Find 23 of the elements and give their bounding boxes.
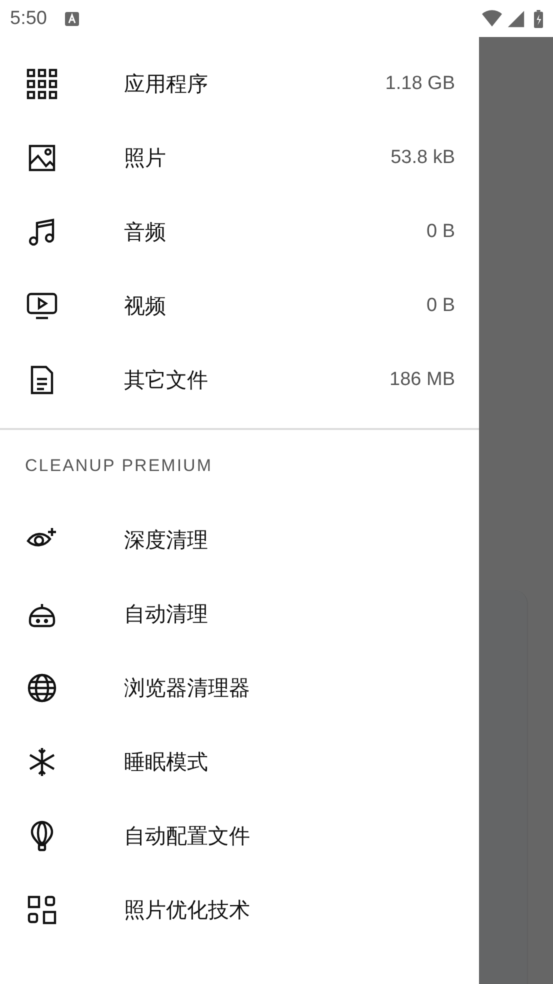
storage-item[interactable]: 应用程序 1.18 GB: [0, 47, 479, 121]
section-header: CLEANUP PREMIUM: [24, 455, 214, 477]
scrim-overlay[interactable]: [479, 37, 553, 984]
storage-item[interactable]: 音频 0 B: [0, 195, 479, 269]
premium-item[interactable]: 浏览器清理器: [0, 651, 479, 725]
storage-item[interactable]: 照片 53.8 kB: [0, 121, 479, 195]
apps-grid-icon: [26, 68, 58, 100]
signal-icon: [506, 10, 526, 28]
status-time: 5:50: [10, 8, 47, 30]
image-icon: [26, 142, 58, 174]
premium-item[interactable]: 照片优化技术: [0, 873, 479, 947]
storage-item[interactable]: 其它文件 186 MB: [0, 343, 479, 417]
premium-item[interactable]: 深度清理: [0, 503, 479, 577]
wifi-icon: [482, 10, 502, 28]
keyboard-notification-icon: [64, 12, 79, 26]
premium-item[interactable]: 睡眠模式: [0, 725, 479, 799]
battery-icon: [534, 10, 543, 28]
squares-icon: [26, 894, 58, 926]
storage-item[interactable]: 视频 0 B: [0, 269, 479, 343]
premium-item[interactable]: 自动配置文件: [0, 799, 479, 873]
globe-icon: [26, 672, 58, 704]
play-screen-icon: [26, 290, 58, 322]
premium-item[interactable]: 自动清理: [0, 577, 479, 651]
